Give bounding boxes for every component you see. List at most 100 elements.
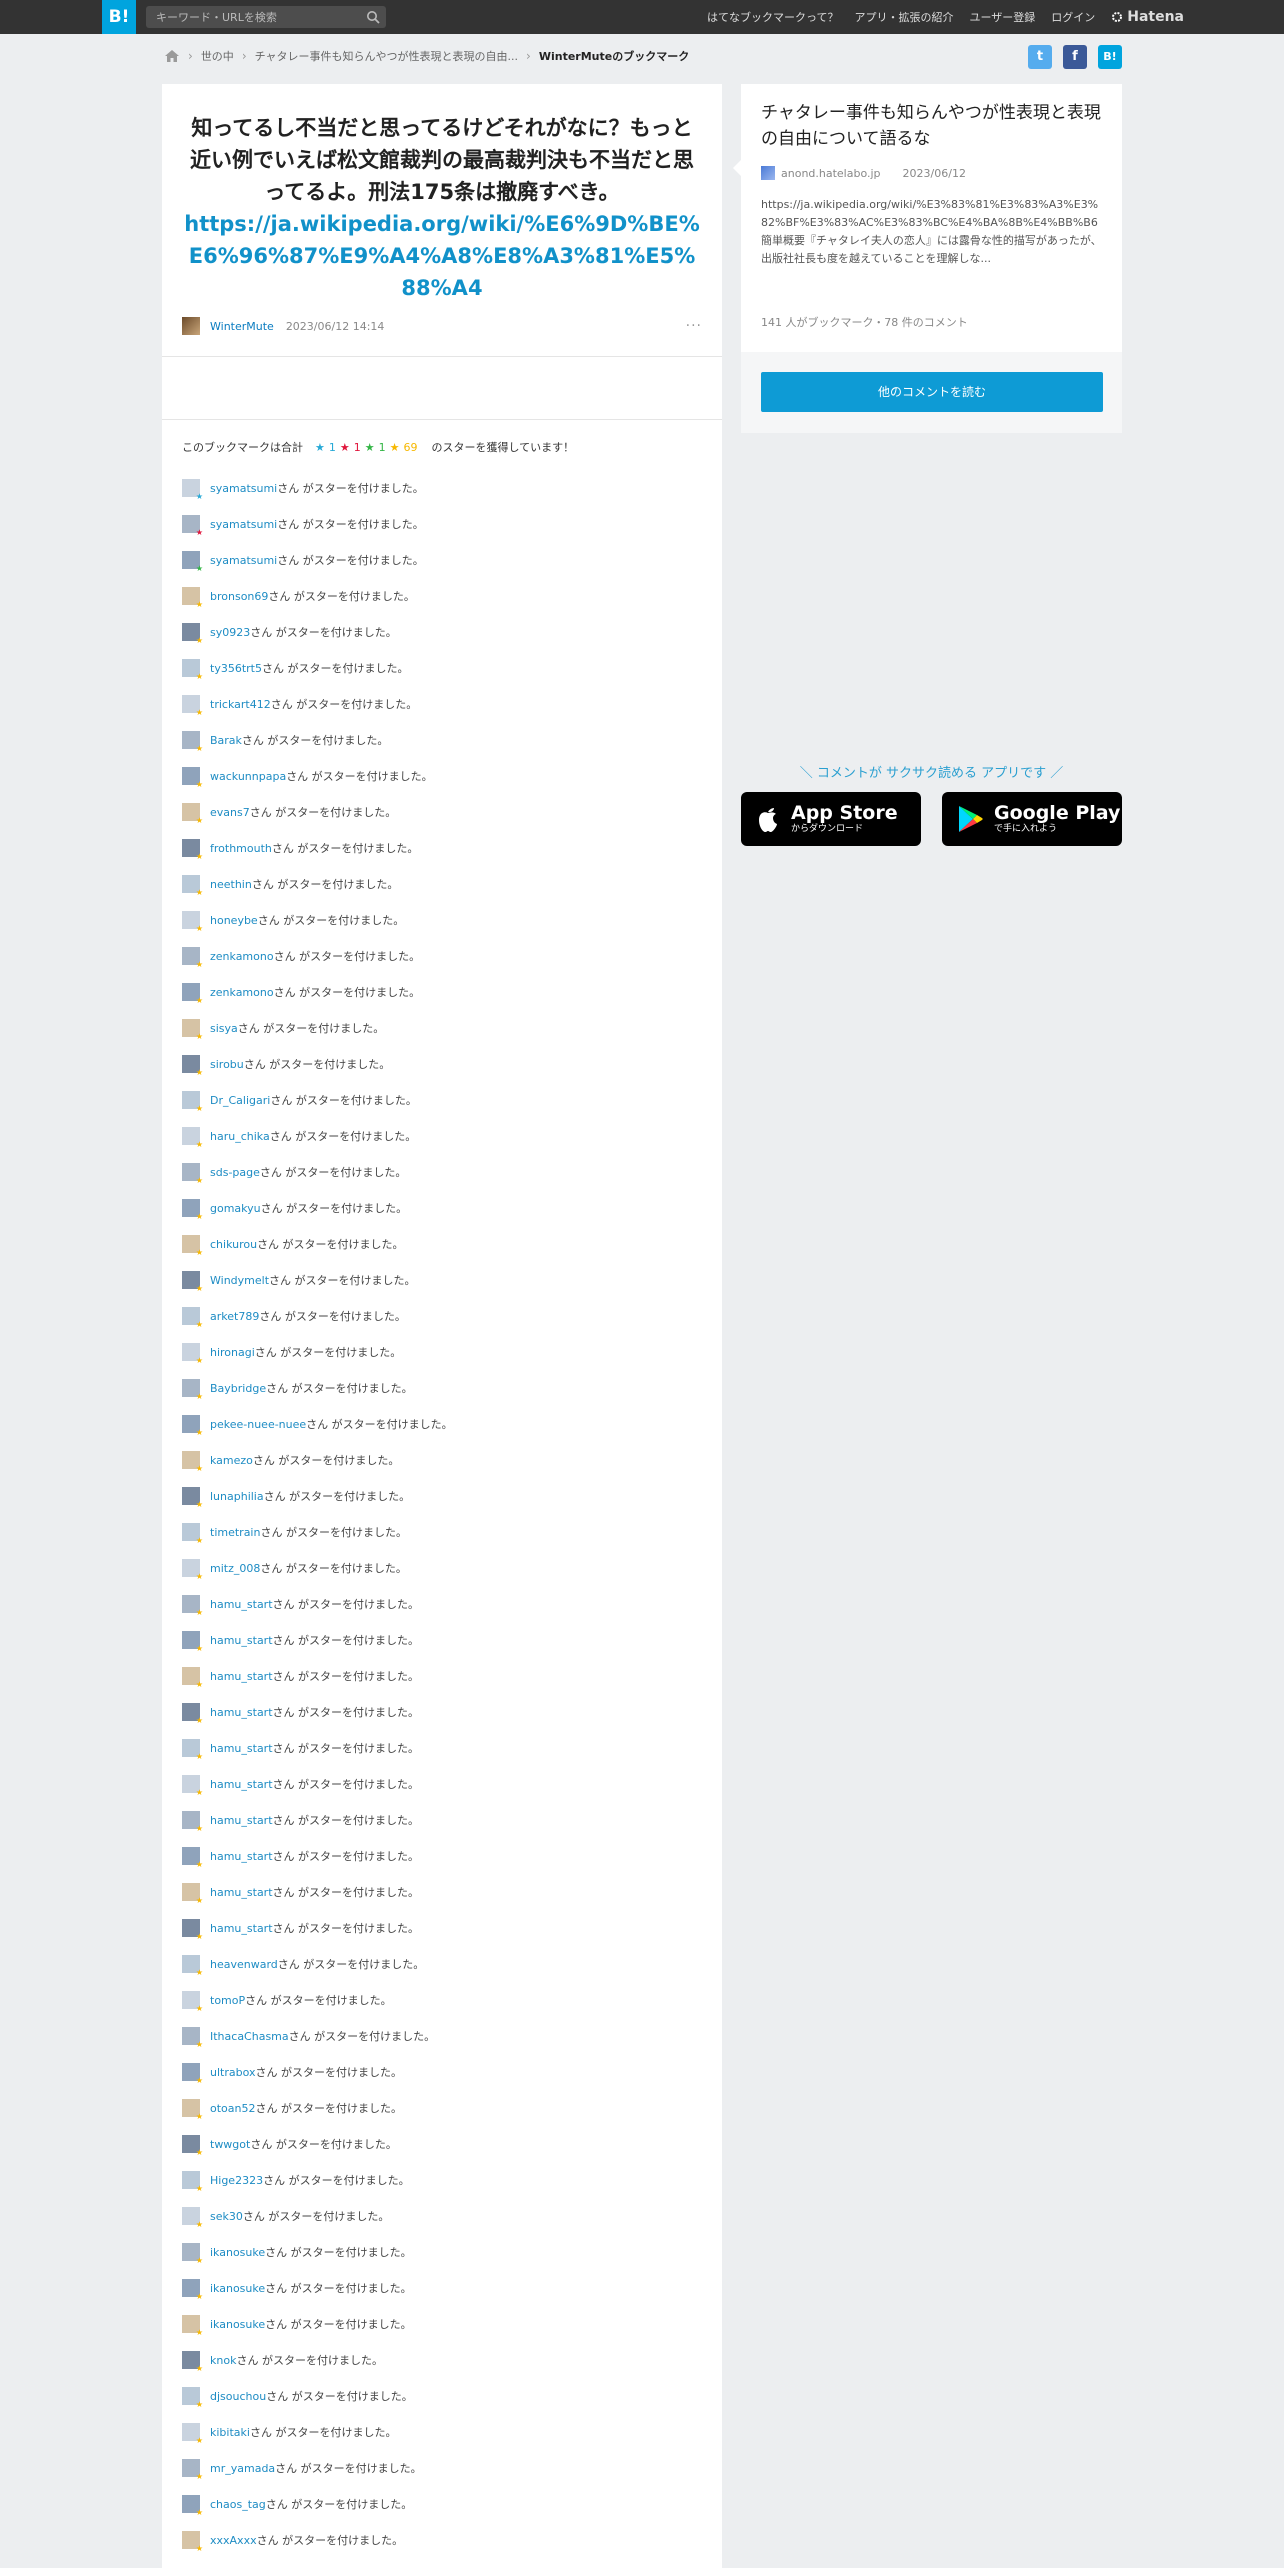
star-user-link[interactable]: mr_yamada — [210, 2462, 275, 2475]
star-user-link[interactable]: otoan52 — [210, 2102, 255, 2115]
avatar[interactable]: ★ — [182, 659, 203, 681]
star-user-link[interactable]: hamu_start — [210, 1886, 273, 1899]
star-user-link[interactable]: sds-page — [210, 1166, 260, 1179]
avatar[interactable]: ★ — [182, 1775, 203, 1797]
star-user-link[interactable]: evans7 — [210, 806, 250, 819]
avatar[interactable]: ★ — [182, 839, 203, 861]
app-store-button[interactable]: App Store からダウンロード — [741, 792, 921, 846]
avatar[interactable]: ★ — [182, 1451, 203, 1473]
facebook-share-button[interactable]: f — [1063, 45, 1087, 69]
star-user-link[interactable]: hamu_start — [210, 1742, 273, 1755]
more-menu-icon[interactable]: ··· — [686, 318, 702, 334]
star-user-link[interactable]: lunaphilia — [210, 1490, 264, 1503]
star-user-link[interactable]: chaos_tag — [210, 2498, 266, 2511]
star-user-link[interactable]: pekee-nuee-nuee — [210, 1418, 306, 1431]
avatar[interactable]: ★ — [182, 1739, 203, 1761]
star-user-link[interactable]: xxxAxxx — [210, 2534, 257, 2547]
star-user-link[interactable]: sirobu — [210, 1058, 244, 1071]
avatar[interactable]: ★ — [182, 1235, 203, 1257]
star-user-link[interactable]: trickart412 — [210, 698, 271, 711]
avatar[interactable]: ★ — [182, 1883, 203, 1905]
star-user-link[interactable]: chikurou — [210, 1238, 257, 1251]
avatar[interactable]: ★ — [182, 1127, 203, 1149]
avatar[interactable]: ★ — [182, 1955, 203, 1977]
avatar[interactable]: ★ — [182, 2423, 203, 2445]
star-user-link[interactable]: Windymelt — [210, 1274, 269, 1287]
star-user-link[interactable]: hamu_start — [210, 1850, 273, 1863]
avatar[interactable]: ★ — [182, 2099, 203, 2121]
star-user-link[interactable]: Hige2323 — [210, 2174, 263, 2187]
avatar[interactable]: ★ — [182, 1919, 203, 1941]
search-box[interactable] — [146, 6, 386, 28]
avatar[interactable]: ★ — [182, 2135, 203, 2157]
star-user-link[interactable]: hamu_start — [210, 1598, 273, 1611]
bookmark-user[interactable]: WinterMute — [210, 320, 274, 333]
star-user-link[interactable]: ikanosuke — [210, 2282, 265, 2295]
star-user-link[interactable]: tomoP — [210, 1994, 245, 2007]
avatar[interactable]: ★ — [182, 1991, 203, 2013]
avatar[interactable]: ★ — [182, 2171, 203, 2193]
star-user-link[interactable]: Dr_Caligari — [210, 1094, 270, 1107]
avatar[interactable]: ★ — [182, 1703, 203, 1725]
star-user-link[interactable]: Baybridge — [210, 1382, 266, 1395]
avatar[interactable]: ★ — [182, 1055, 203, 1077]
star-user-link[interactable]: twwgot — [210, 2138, 250, 2151]
search-icon[interactable] — [366, 10, 380, 24]
avatar[interactable]: ★ — [182, 1847, 203, 1869]
star-user-link[interactable]: hamu_start — [210, 1922, 273, 1935]
avatar[interactable]: ★ — [182, 983, 203, 1005]
star-user-link[interactable]: frothmouth — [210, 842, 272, 855]
avatar[interactable]: ★ — [182, 2387, 203, 2409]
avatar[interactable]: ★ — [182, 947, 203, 969]
avatar[interactable]: ★ — [182, 1343, 203, 1365]
avatar[interactable]: ★ — [182, 1199, 203, 1221]
star-user-link[interactable]: hamu_start — [210, 1706, 273, 1719]
nav-register[interactable]: ユーザー登録 — [969, 9, 1035, 25]
entry-domain[interactable]: anond.hatelabo.jp — [781, 167, 881, 180]
home-icon[interactable] — [164, 49, 180, 63]
avatar[interactable]: ★ — [182, 731, 203, 753]
avatar[interactable]: ★ — [182, 1667, 203, 1689]
avatar[interactable]: ★ — [182, 1163, 203, 1185]
star-user-link[interactable]: ikanosuke — [210, 2246, 265, 2259]
star-user-link[interactable]: knok — [210, 2354, 236, 2367]
avatar[interactable]: ★ — [182, 1379, 203, 1401]
star-user-link[interactable]: hamu_start — [210, 1814, 273, 1827]
star-user-link[interactable]: neethin — [210, 878, 252, 891]
avatar[interactable]: ★ — [182, 2063, 203, 2085]
star-user-link[interactable]: kibitaki — [210, 2426, 250, 2439]
hatena-brand[interactable]: Hatena — [1111, 9, 1184, 25]
avatar[interactable]: ★ — [182, 2243, 203, 2265]
star-user-link[interactable]: IthacaChasma — [210, 2030, 289, 2043]
avatar[interactable]: ★ — [182, 1307, 203, 1329]
star-user-link[interactable]: syamatsumi — [210, 482, 277, 495]
avatar[interactable]: ★ — [182, 695, 203, 717]
google-play-button[interactable]: Google Play で手に入れよう — [942, 792, 1122, 846]
avatar[interactable]: ★ — [182, 803, 203, 825]
star-user-link[interactable]: ultrabox — [210, 2066, 256, 2079]
star-user-link[interactable]: honeybe — [210, 914, 258, 927]
avatar[interactable]: ★ — [182, 1271, 203, 1293]
star-user-link[interactable]: ty356trt5 — [210, 662, 262, 675]
star-user-link[interactable]: hamu_start — [210, 1778, 273, 1791]
star-user-link[interactable]: hamu_start — [210, 1670, 273, 1683]
star-user-link[interactable]: mitz_008 — [210, 1562, 260, 1575]
star-user-link[interactable]: wackunnpapa — [210, 770, 286, 783]
hatena-bookmark-logo[interactable]: B! — [102, 0, 136, 34]
avatar[interactable]: ★ — [182, 2027, 203, 2049]
nav-apps[interactable]: アプリ・拡張の紹介 — [854, 9, 953, 25]
avatar[interactable]: ★ — [182, 2495, 203, 2517]
star-user-link[interactable]: djsouchou — [210, 2390, 266, 2403]
search-input[interactable] — [146, 6, 366, 28]
nav-about[interactable]: はてなブックマークって？ — [707, 9, 838, 25]
star-user-link[interactable]: sek30 — [210, 2210, 243, 2223]
avatar[interactable]: ★ — [182, 1595, 203, 1617]
avatar[interactable]: ★ — [182, 875, 203, 897]
star-user-link[interactable]: gomakyu — [210, 1202, 261, 1215]
avatar[interactable]: ★ — [182, 1631, 203, 1653]
star-user-link[interactable]: haru_chika — [210, 1130, 270, 1143]
avatar[interactable]: ★ — [182, 2315, 203, 2337]
star-user-link[interactable]: heavenward — [210, 1958, 278, 1971]
star-user-link[interactable]: sisya — [210, 1022, 238, 1035]
avatar[interactable]: ★ — [182, 515, 203, 537]
